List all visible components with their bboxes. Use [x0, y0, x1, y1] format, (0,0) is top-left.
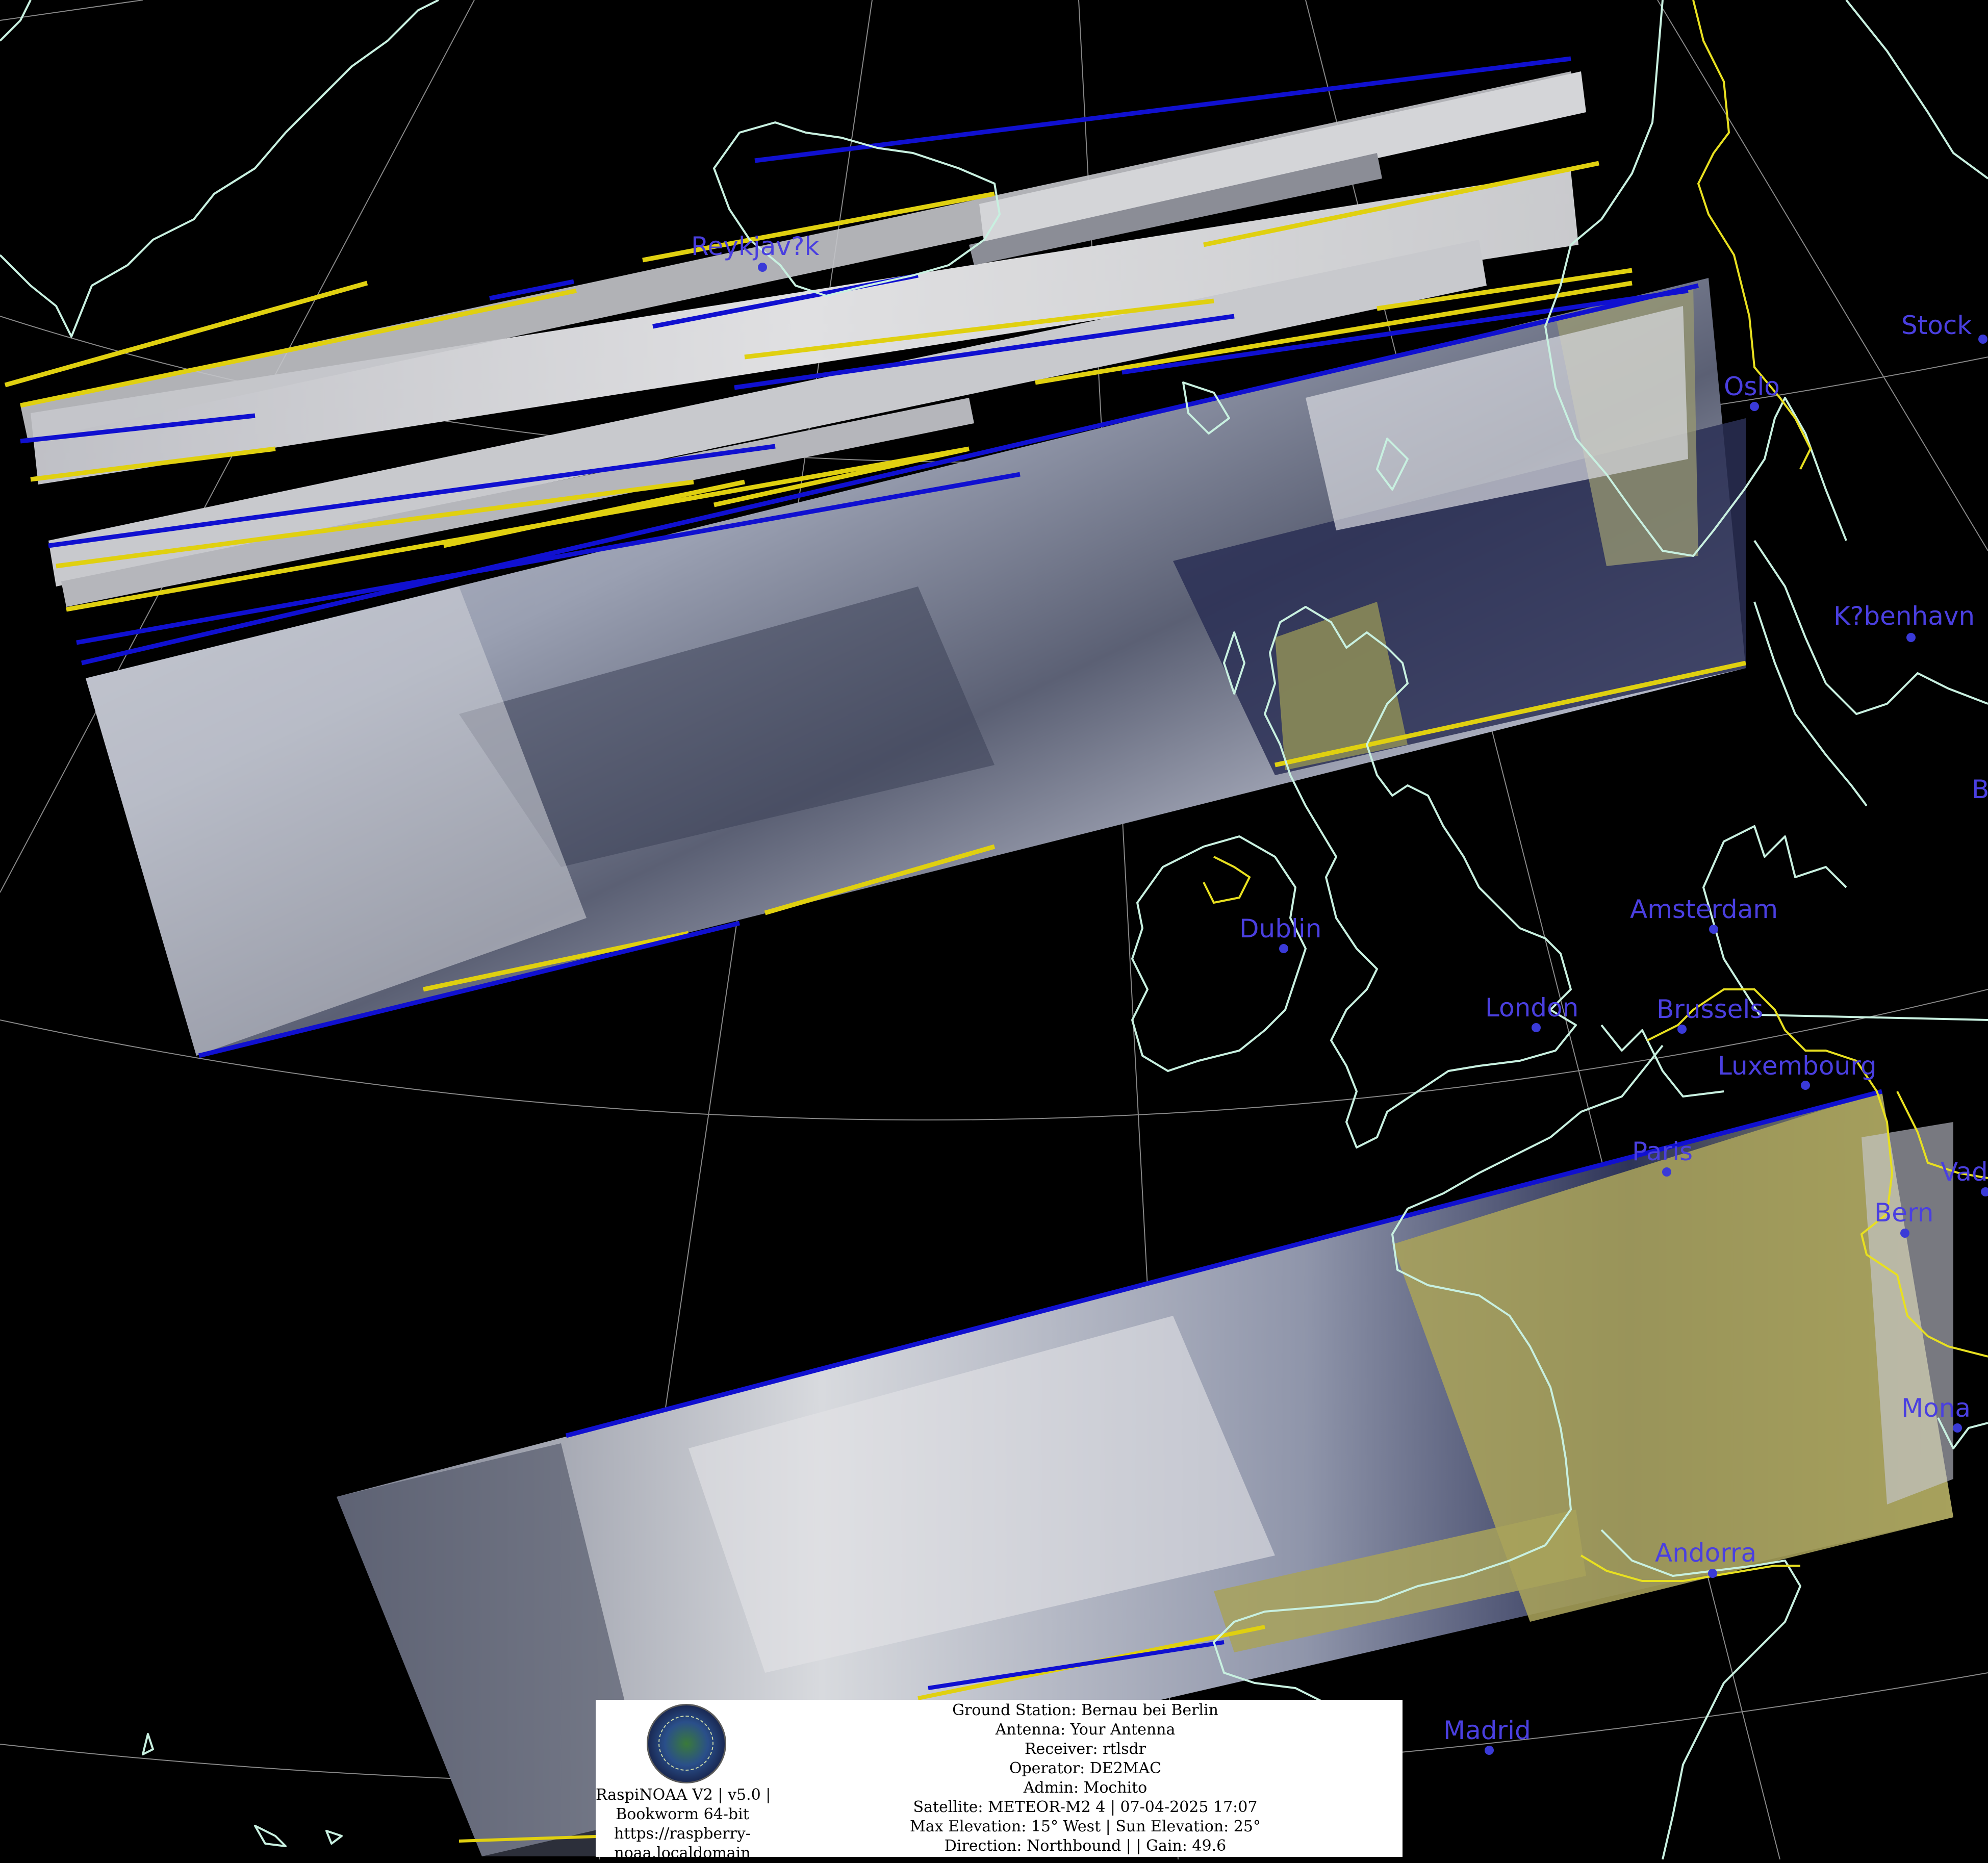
satellite-line: Satellite: METEOR-M2 4 | 07-04-2025 17:0… [913, 1798, 1258, 1816]
city-label-paris: Paris [1632, 1137, 1693, 1166]
city-madrid: Madrid [1443, 1716, 1531, 1755]
city-label-oslo: Oslo [1724, 372, 1780, 401]
city-label-madrid: Madrid [1443, 1716, 1531, 1745]
city-oslo: Oslo [1724, 372, 1780, 411]
city-dublin: Dublin [1239, 914, 1321, 953]
elevation-line: Max Elevation: 15° West | Sun Elevation:… [910, 1818, 1261, 1835]
operator-line: Operator: DE2MAC [1009, 1759, 1162, 1777]
city-label-bern: Bern [1874, 1198, 1933, 1228]
station-info-line: noaa.localdomain [614, 1844, 751, 1862]
city-label-london: London [1485, 993, 1578, 1023]
city-label-dublin: Dublin [1239, 914, 1321, 943]
city-stock: Stock [1901, 311, 1987, 344]
station-info: RaspiNOAA V2 | v5.0 | Bookworm 64-bit ht… [596, 1785, 771, 1863]
antenna-line: Antenna: Your Antenna [995, 1721, 1176, 1739]
ground-station-line: Ground Station: Bernau bei Berlin [952, 1701, 1218, 1719]
station-info-line: Bookworm 64-bit [616, 1805, 749, 1823]
city-label-mona: Mona [1901, 1393, 1971, 1423]
city-kobenhavn: K?benhavn [1833, 601, 1975, 642]
city-label-kobenhavn: K?benhavn [1833, 601, 1975, 631]
station-info-line: RaspiNOAA V2 | v5.0 | [596, 1786, 771, 1804]
city-label-stock: Stock [1901, 311, 1972, 340]
city-label-vad: Vad [1941, 1157, 1988, 1187]
city-label-amsterdam: Amsterdam [1630, 895, 1778, 924]
raspinoaa-logo-icon [647, 1704, 726, 1783]
pass-details: Ground Station: Bernau bei Berlin Antenn… [769, 1701, 1401, 1856]
pass-info-box: RaspiNOAA V2 | v5.0 | Bookworm 64-bit ht… [596, 1700, 1403, 1862]
admin-line: Admin: Mochito [1023, 1779, 1148, 1797]
city-label-andorra: Andorra [1655, 1538, 1756, 1568]
city-label-luxembourg: Luxembourg [1718, 1051, 1877, 1081]
satellite-map: Reykjav?k Stock Oslo K?benhavn Amsterdam… [0, 0, 1988, 1859]
city-label-b: B [1972, 775, 1988, 804]
direction-line: Direction: Northbound | | Gain: 49.6 [944, 1837, 1227, 1855]
city-label-brussels: Brussels [1656, 994, 1763, 1024]
station-info-line: https://raspberry- [614, 1825, 751, 1843]
city-luxembourg: Luxembourg [1718, 1051, 1877, 1090]
city-b: B [1972, 775, 1988, 804]
city-london: London [1485, 993, 1578, 1032]
receiver-line: Receiver: rtlsdr [1024, 1740, 1146, 1758]
city-label-reykjavik: Reykjav?k [691, 232, 819, 261]
logo-ring [658, 1716, 713, 1771]
city-amsterdam: Amsterdam [1630, 895, 1778, 934]
